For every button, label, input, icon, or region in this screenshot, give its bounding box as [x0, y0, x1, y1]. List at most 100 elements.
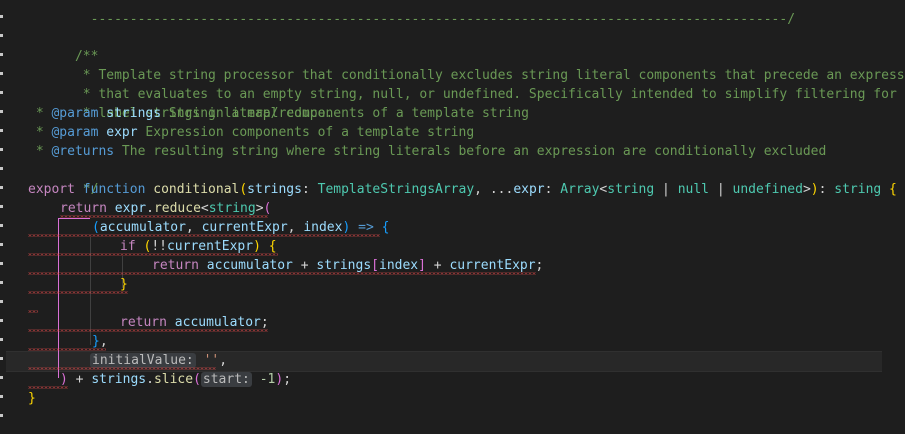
error-squiggle: [28, 386, 68, 389]
error-squiggle: [60, 215, 268, 218]
bracket: (: [135, 239, 152, 254]
code-line: * label strings in a map/reduce.: [28, 85, 333, 121]
gutter-marker: [0, 53, 3, 56]
doc-comment-star: *: [28, 106, 52, 121]
jsdoc-tag: @param: [51, 106, 99, 121]
error-squiggle: [28, 272, 536, 275]
bracket: }: [120, 277, 128, 292]
doc-comment-text: String literal components of a template …: [161, 106, 529, 121]
code-line: * @param expr Expression components of a…: [28, 123, 474, 142]
bracket: {: [881, 182, 897, 197]
operator: +: [292, 258, 317, 273]
punctuation: ,: [185, 220, 202, 235]
doc-comment-star: *: [28, 144, 52, 159]
variable: currentExpr: [449, 258, 536, 273]
gutter-marker: [0, 72, 3, 75]
bracket: ): [275, 372, 284, 387]
comment-text: ----------------------------------------…: [74, 12, 796, 27]
parameter: index: [303, 220, 343, 235]
punctuation: >: [255, 201, 264, 216]
bracket: (: [239, 182, 248, 197]
bracket: ): [60, 372, 68, 387]
error-squiggle: [28, 367, 216, 370]
keyword: return: [152, 258, 199, 273]
gutter-marker: [0, 205, 3, 208]
gutter-marker: [0, 167, 3, 170]
gutter-marker: [0, 148, 3, 151]
jsdoc-tag: @returns: [51, 144, 115, 159]
punctuation: .: [146, 201, 154, 216]
bracket: [: [371, 258, 379, 273]
error-squiggle: [28, 348, 106, 351]
code-line: export function conditional(strings: Tem…: [28, 180, 897, 199]
gutter-marker: [0, 357, 3, 360]
type-name: string: [208, 201, 256, 216]
variable: strings: [91, 372, 147, 387]
code-line: */: [28, 161, 99, 197]
gutter-marker: [0, 319, 3, 322]
doc-comment-star: *: [28, 125, 52, 140]
code-line: * that evaluates to an empty string, nul…: [28, 66, 897, 102]
variable: accumulator: [166, 315, 261, 330]
punctuation: |: [654, 182, 678, 197]
punctuation: .: [146, 372, 154, 387]
gutter-marker: [0, 186, 3, 189]
error-squiggle: [28, 234, 380, 237]
gutter-marker: [0, 338, 3, 341]
bracket: (: [92, 220, 100, 235]
error-squiggle: [28, 329, 268, 332]
punctuation: ,: [99, 334, 108, 349]
gutter-marker: [0, 376, 3, 379]
punctuation: ,: [287, 220, 304, 235]
bracket: ): [253, 239, 261, 254]
inlay-hint: start:: [200, 372, 252, 387]
gutter-marker: [0, 262, 3, 265]
bracket: {: [260, 239, 277, 254]
code-line: * Template string processor that conditi…: [28, 47, 905, 83]
variable: expr: [106, 201, 147, 216]
gutter-marker: [0, 224, 3, 227]
variable: index: [379, 258, 419, 273]
operator: !!: [151, 239, 167, 254]
bracket: (: [263, 201, 272, 216]
type-name: string: [834, 182, 882, 197]
type-name: Array: [560, 182, 600, 197]
punctuation: :: [301, 182, 318, 197]
bracket: {: [373, 220, 390, 235]
code-line: ----------------------------------------…: [28, 0, 795, 27]
punctuation: :: [818, 182, 835, 197]
punctuation: :: [544, 182, 561, 197]
gutter-marker: [0, 395, 3, 398]
code-line: * @returns The resulting string where st…: [28, 142, 827, 161]
bracket: ): [810, 182, 819, 197]
punctuation: <: [200, 201, 209, 216]
gutter-marker: [0, 15, 3, 18]
punctuation: ;: [283, 372, 292, 387]
operator: +: [67, 372, 92, 387]
string-literal: '': [195, 353, 220, 368]
punctuation: >: [802, 182, 811, 197]
bracket: ]: [418, 258, 426, 273]
punctuation: , ...: [474, 182, 514, 197]
parameter: expr: [513, 182, 545, 197]
number-literal: -1: [251, 372, 276, 387]
error-squiggle: [28, 253, 278, 256]
doc-comment-text: The resulting string where string litera…: [114, 144, 827, 159]
punctuation: |: [709, 182, 733, 197]
code-line: * @param strings String literal componen…: [28, 104, 529, 123]
variable: strings: [316, 258, 372, 273]
punctuation: ;: [535, 258, 544, 273]
type-name: undefined: [732, 182, 803, 197]
parameter: currentExpr: [201, 220, 288, 235]
keyword: if: [120, 239, 136, 254]
keyword: function: [74, 182, 146, 197]
code-line: ) + strings.slice(start: -1);: [60, 370, 291, 389]
keyword: return: [60, 201, 107, 216]
type-name: TemplateStringsArray: [317, 182, 475, 197]
variable: currentExpr: [166, 239, 254, 254]
inlay-hint: initialValue:: [90, 353, 196, 368]
jsdoc-tag: @param: [51, 125, 99, 140]
punctuation: ;: [260, 315, 269, 330]
code-editor[interactable]: ----------------------------------------…: [0, 0, 905, 434]
gutter-marker: [0, 281, 3, 284]
